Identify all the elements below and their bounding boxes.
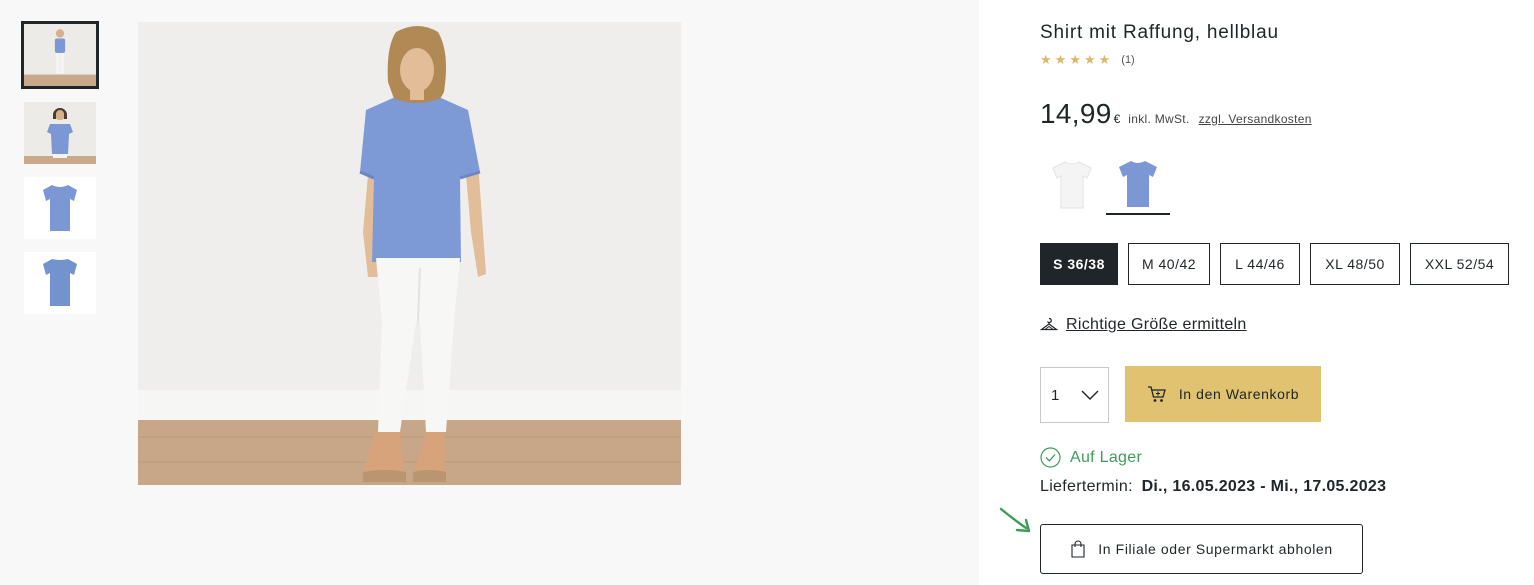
- size-selector: S 36/38 M 40/42 L 44/46 XL 48/50 XXL 52/…: [1040, 243, 1509, 285]
- blue-shirt-swatch: [1119, 161, 1157, 207]
- model-upper-body-thumbnail: [24, 102, 96, 164]
- price-row: 14,99 € inkl. MwSt. zzgl. Versandkosten: [1040, 98, 1312, 130]
- store-pickup-label: In Filiale oder Supermarkt abholen: [1098, 541, 1333, 557]
- size-option-m[interactable]: M 40/42: [1128, 243, 1210, 285]
- star-icon: ★: [1040, 52, 1052, 67]
- cart-icon: [1147, 386, 1166, 402]
- size-option-s[interactable]: S 36/38: [1040, 243, 1118, 285]
- size-option-xxl[interactable]: XXL 52/54: [1410, 243, 1509, 285]
- shirt-back-thumbnail: [24, 252, 96, 314]
- product-rating[interactable]: ★ ★ ★ ★ ★ (1): [1040, 53, 1135, 67]
- currency: €: [1113, 112, 1121, 126]
- store-pickup-button[interactable]: In Filiale oder Supermarkt abholen: [1040, 524, 1363, 574]
- model-wearing-light-blue-shirt-photo: [138, 22, 681, 485]
- delivery-info: Liefertermin: Di., 16.05.2023 - Mi., 17.…: [1040, 478, 1386, 496]
- hanger-icon: [1040, 317, 1058, 331]
- chevron-down-icon: [1081, 390, 1099, 400]
- delivery-date: Di., 16.05.2023 - Mi., 17.05.2023: [1141, 478, 1387, 495]
- model-full-body-thumbnail: [23, 23, 97, 87]
- product-title: Shirt mit Raffung, hellblau: [1040, 22, 1279, 43]
- stock-status: Auf Lager: [1040, 447, 1142, 468]
- main-product-image[interactable]: [138, 22, 681, 485]
- white-shirt-swatch: [1052, 161, 1092, 209]
- shopping-bag-icon: [1071, 540, 1085, 558]
- add-to-cart-button[interactable]: In den Warenkorb: [1125, 366, 1321, 422]
- color-swatch-white[interactable]: [1040, 155, 1104, 215]
- size-finder-label[interactable]: Richtige Größe ermitteln: [1066, 316, 1247, 334]
- star-icon: ★: [1083, 52, 1096, 67]
- star-icon: ★: [1054, 52, 1067, 67]
- vat-note: inkl. MwSt.: [1128, 112, 1190, 126]
- shirt-front-thumbnail: [24, 177, 96, 239]
- thumbnail-2[interactable]: [24, 102, 96, 164]
- stock-label: Auf Lager: [1070, 448, 1143, 466]
- thumbnail-1[interactable]: [21, 21, 99, 89]
- price: 14,99: [1040, 98, 1112, 129]
- shipping-costs-link[interactable]: zzgl. Versandkosten: [1199, 112, 1312, 126]
- quantity-value: 1: [1051, 386, 1060, 404]
- size-option-l[interactable]: L 44/46: [1220, 243, 1300, 285]
- product-info: Shirt mit Raffung, hellblau ★ ★ ★ ★ ★ (1…: [1040, 0, 1520, 585]
- add-to-cart-label: In den Warenkorb: [1178, 386, 1300, 402]
- green-arrow-icon: [999, 507, 1031, 533]
- quantity-select[interactable]: 1: [1040, 367, 1109, 423]
- check-circle-icon: [1040, 447, 1061, 468]
- star-icon: ★: [1098, 52, 1111, 67]
- review-count[interactable]: (1): [1121, 54, 1134, 66]
- size-option-xl[interactable]: XL 48/50: [1310, 243, 1400, 285]
- star-icon: ★: [1069, 52, 1081, 67]
- image-gallery: [0, 0, 979, 585]
- color-swatch-blue[interactable]: [1106, 155, 1170, 215]
- delivery-label: Liefertermin:: [1040, 478, 1133, 495]
- thumbnail-4[interactable]: [24, 252, 96, 314]
- thumbnail-3[interactable]: [24, 177, 96, 239]
- size-finder-link[interactable]: Richtige Größe ermitteln: [1040, 316, 1247, 334]
